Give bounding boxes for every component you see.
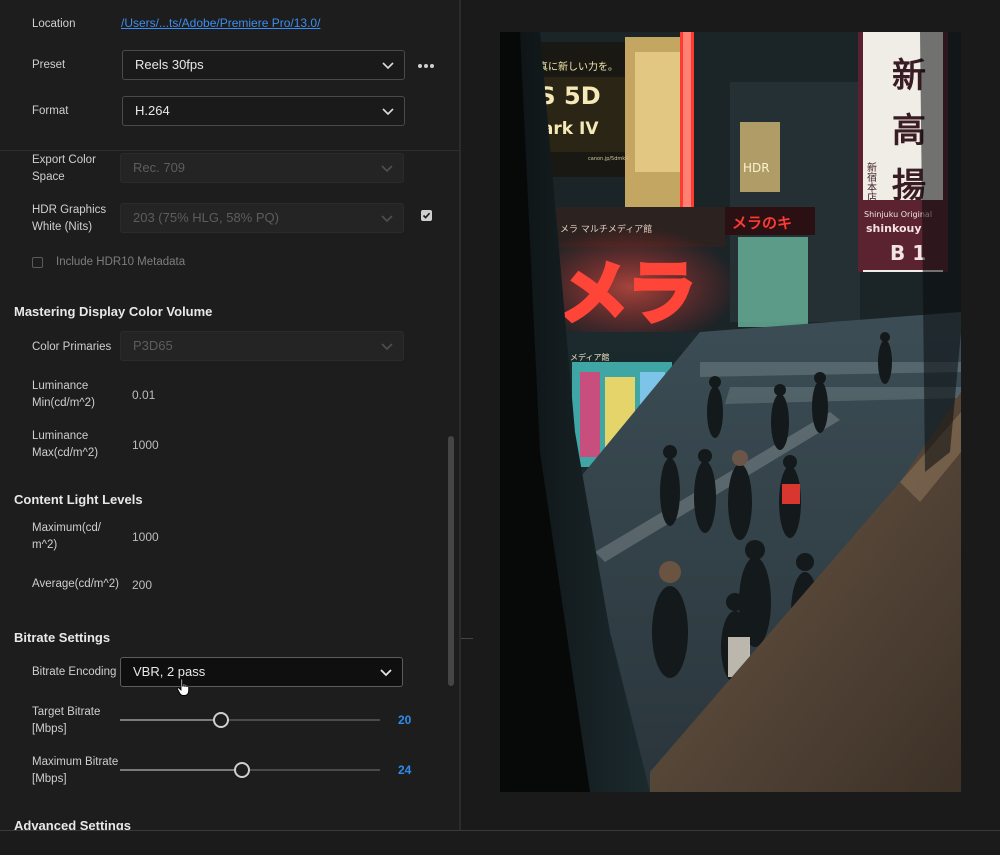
preset-select[interactable]: Reels 30fps <box>122 50 405 80</box>
bitrate-section-title: Bitrate Settings <box>14 630 111 645</box>
luminance-max-label-line1: Luminance <box>32 430 89 442</box>
preset-value: Reels 30fps <box>135 57 204 72</box>
chevron-down-icon <box>381 215 393 223</box>
billboard-url: canon.jp/5dmk4 <box>588 156 628 162</box>
export-color-space-label-line2: Space <box>32 171 65 183</box>
luminance-min-label-line2: Min(cd/m^2) <box>32 397 95 409</box>
export-color-space-select: Rec. 709 <box>120 153 404 183</box>
max-bitrate-slider[interactable] <box>120 762 380 778</box>
panel-edge-line <box>461 638 473 639</box>
include-hdr10-label: Include HDR10 Metadata <box>56 256 186 268</box>
mastering-section-title: Mastering Display Color Volume <box>14 304 213 319</box>
max-bitrate-slider-fill <box>120 769 242 771</box>
target-bitrate-slider-fill <box>120 719 221 721</box>
vertical-sign-small: 新宿本店 <box>865 161 877 203</box>
max-bitrate-label-line2: [Mbps] <box>32 773 67 785</box>
chevron-down-icon <box>381 343 393 351</box>
video-preview[interactable]: の写真に新しい力を。 OS 5D Mark IV canon.jp/5dmk4 … <box>500 32 961 792</box>
red-sign: メラのキ <box>732 214 792 232</box>
chevron-down-icon <box>380 669 392 677</box>
panel-scrollbar[interactable] <box>448 436 454 686</box>
target-bitrate-label-line2: [Mbps] <box>32 723 67 735</box>
bottom-bar <box>0 830 1000 855</box>
chevron-down-icon <box>382 108 394 116</box>
luminance-min-label-line1: Luminance <box>32 380 89 392</box>
export-settings-panel: Location /Users/...ts/Adobe/Premiere Pro… <box>0 0 459 830</box>
max-cll-label-line2: m^2) <box>32 539 58 551</box>
shinjuku-line2: shinkouy <box>866 222 922 235</box>
shinjuku-line1: Shinjuku Original <box>864 210 932 219</box>
include-hdr10-checkbox[interactable] <box>32 257 43 268</box>
max-bitrate-label-line1: Maximum Bitrate <box>32 756 119 768</box>
export-color-space-label-line1: Export Color <box>32 154 96 166</box>
chevron-down-icon <box>382 62 394 70</box>
avg-fall-value[interactable]: 200 <box>132 578 152 592</box>
hdr-white-label-line1: HDR Graphics <box>32 204 107 216</box>
max-cll-value[interactable]: 1000 <box>132 530 159 544</box>
format-select[interactable]: H.264 <box>122 96 405 126</box>
color-primaries-value: P3D65 <box>133 338 173 353</box>
format-value: H.264 <box>135 103 170 118</box>
b1-sign: B 1 <box>890 241 926 265</box>
hand-cursor-icon <box>176 678 190 696</box>
section-divider <box>0 150 459 151</box>
luminance-min-value[interactable]: 0.01 <box>132 388 155 402</box>
target-bitrate-value[interactable]: 20 <box>398 713 411 727</box>
target-bitrate-label-line1: Target Bitrate <box>32 706 101 718</box>
color-primaries-label: Color Primaries <box>32 341 112 353</box>
preset-label: Preset <box>32 59 66 71</box>
bitrate-encoding-select[interactable]: VBR, 2 pass <box>120 657 403 687</box>
hdr-white-label-line2: White (Nits) <box>32 221 93 233</box>
more-options-icon[interactable] <box>418 57 438 71</box>
avg-fall-label: Average(cd/m^2) <box>32 578 119 590</box>
preview-image: の写真に新しい力を。 OS 5D Mark IV canon.jp/5dmk4 … <box>500 32 961 792</box>
checkmark-icon <box>422 212 431 219</box>
luminance-max-value[interactable]: 1000 <box>132 438 159 452</box>
color-primaries-select: P3D65 <box>120 331 404 361</box>
hdr-sign: HDR <box>743 161 770 175</box>
max-cll-label-line1: Maximum(cd/ <box>32 522 102 534</box>
hdr-white-value: 203 (75% HLG, 58% PQ) <box>133 210 279 225</box>
location-path-link[interactable]: /Users/...ts/Adobe/Premiere Pro/13.0/ <box>121 16 320 30</box>
hdr-white-checkbox[interactable] <box>421 210 432 221</box>
chevron-down-icon <box>381 165 393 173</box>
bitrate-encoding-value: VBR, 2 pass <box>133 664 206 679</box>
neon-sign: メラ <box>560 255 696 334</box>
format-label: Format <box>32 105 69 117</box>
luminance-max-label-line2: Max(cd/m^2) <box>32 447 99 459</box>
preview-panel: の写真に新しい力を。 OS 5D Mark IV canon.jp/5dmk4 … <box>461 0 1000 830</box>
target-bitrate-slider[interactable] <box>120 712 380 728</box>
max-bitrate-slider-thumb[interactable] <box>234 762 250 778</box>
hdr-white-select: 203 (75% HLG, 58% PQ) <box>120 203 404 233</box>
max-bitrate-value[interactable]: 24 <box>398 763 411 777</box>
content-light-section-title: Content Light Levels <box>14 492 143 507</box>
location-label: Location <box>32 18 76 30</box>
target-bitrate-slider-thumb[interactable] <box>213 712 229 728</box>
vertical-sign-char2: 高 <box>892 111 926 151</box>
advanced-section-title: Advanced Settings <box>14 818 132 830</box>
export-color-space-value: Rec. 709 <box>133 160 186 175</box>
shop-sign: メディア館 <box>570 352 609 362</box>
bitrate-encoding-label: Bitrate Encoding <box>32 666 117 678</box>
